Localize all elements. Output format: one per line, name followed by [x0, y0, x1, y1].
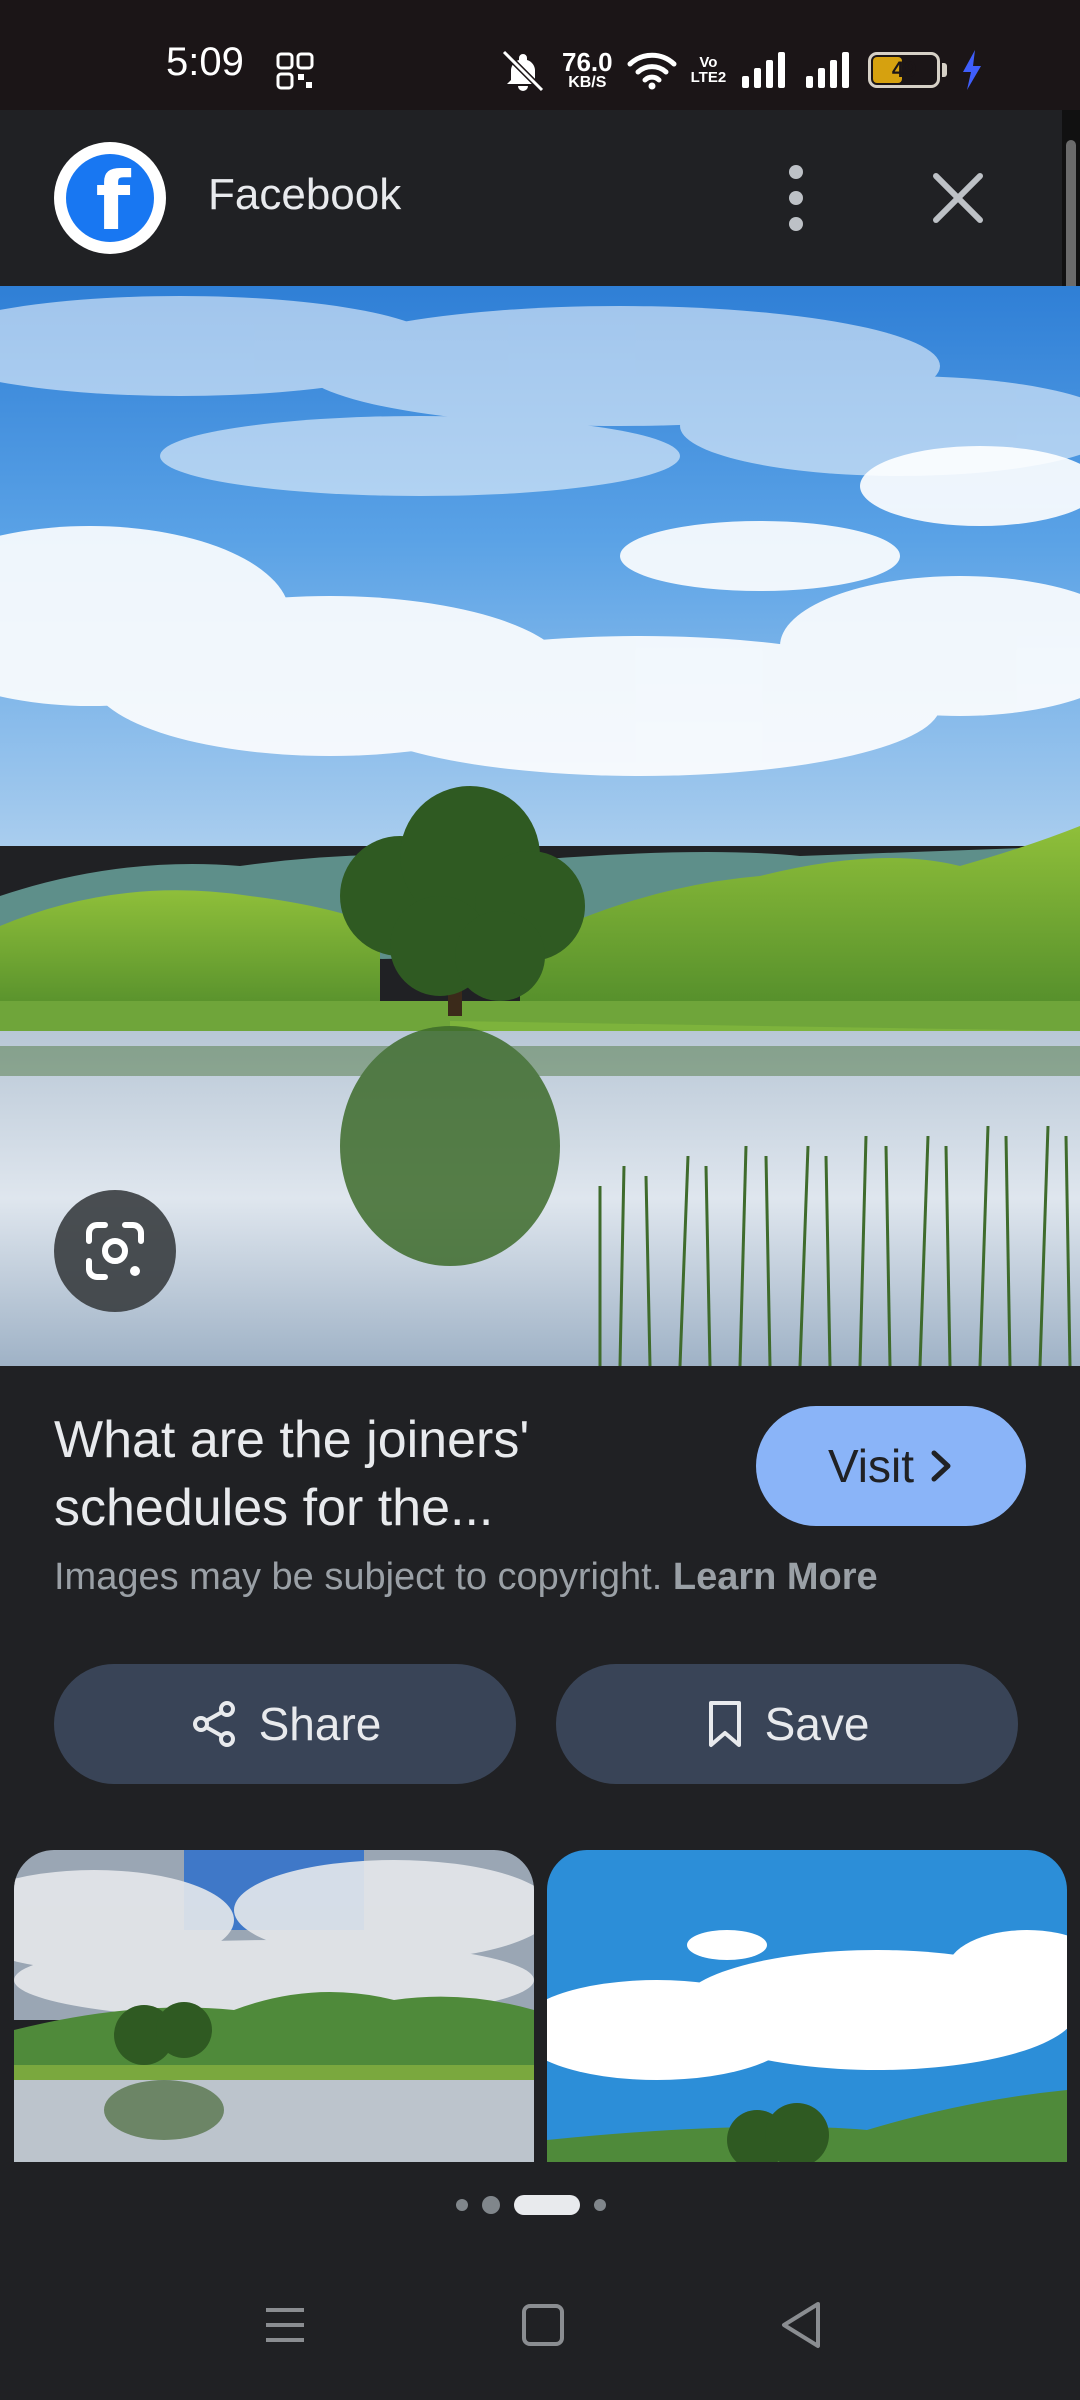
related-image-thumbnail[interactable]: [547, 1850, 1067, 2162]
navigation-bar: [0, 2270, 1080, 2380]
result-title-line-2: schedules for the...: [54, 1479, 494, 1537]
main-image[interactable]: [0, 286, 1080, 1366]
page-indicator: [456, 2195, 606, 2215]
more-vert-icon[interactable]: [764, 160, 828, 236]
copyright-notice: Images may be subject to copyright. Lear…: [54, 1556, 878, 1599]
status-time: 5:09: [166, 40, 244, 84]
page-dot[interactable]: [482, 2196, 500, 2214]
image-viewer-header: f Facebook: [0, 110, 1062, 286]
battery-tip: [942, 63, 948, 77]
wifi-icon: [627, 52, 677, 90]
related-image-thumbnail[interactable]: [14, 1850, 534, 2162]
signal-icon: [806, 52, 850, 88]
qr-code-icon: [276, 52, 314, 90]
page-dot[interactable]: [594, 2199, 606, 2211]
menu-icon[interactable]: [250, 2290, 320, 2360]
result-title-line-1: What are the joiners': [54, 1411, 530, 1469]
landscape-image: [0, 286, 1080, 1366]
related-image-2: [547, 1850, 1067, 2162]
visit-button[interactable]: Visit: [756, 1406, 1026, 1526]
result-title[interactable]: What are the joiners' schedules for the.…: [54, 1406, 694, 1542]
chevron-right-icon: [931, 1450, 951, 1482]
google-lens-icon: [86, 1222, 144, 1280]
status-icons: 76.0 KB/S Vo LTE2 49: [498, 44, 983, 96]
related-image-1: [14, 1850, 534, 2162]
share-button[interactable]: Share: [54, 1664, 516, 1784]
volte-icon: Vo LTE2: [690, 54, 727, 86]
status-bar: 5:09 76.0 KB/S Vo LTE2 49: [0, 0, 1080, 110]
save-button[interactable]: Save: [556, 1664, 1018, 1784]
signal-icon: [742, 52, 786, 88]
google-lens-button[interactable]: [54, 1190, 176, 1312]
page-dot-active[interactable]: [514, 2195, 580, 2215]
network-speed: 76.0 KB/S: [562, 47, 613, 91]
share-icon: [192, 1701, 235, 1747]
back-icon[interactable]: [768, 2290, 838, 2360]
battery-icon: 49: [868, 52, 941, 88]
learn-more-link[interactable]: Learn More: [673, 1556, 878, 1598]
visit-label: Visit: [827, 1440, 915, 1492]
close-icon[interactable]: [922, 162, 994, 234]
facebook-logo-circle: f: [66, 154, 154, 242]
facebook-logo[interactable]: f: [54, 142, 166, 254]
home-icon[interactable]: [508, 2290, 578, 2360]
share-label: Share: [258, 1698, 382, 1750]
save-label: Save: [764, 1698, 870, 1750]
source-name[interactable]: Facebook: [208, 170, 401, 220]
page-dot[interactable]: [456, 2199, 468, 2211]
charging-icon: [963, 50, 982, 90]
bookmark-icon: [708, 1701, 741, 1747]
copyright-text: Images may be subject to copyright.: [54, 1556, 663, 1598]
mute-icon: [501, 49, 545, 92]
